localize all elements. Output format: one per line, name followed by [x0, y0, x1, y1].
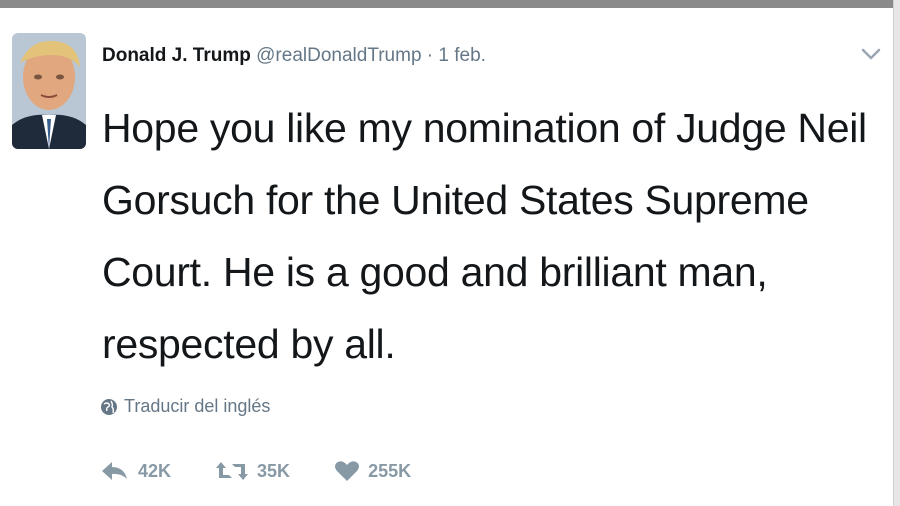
like-count: 255K	[368, 460, 412, 481]
scrollbar-track[interactable]	[893, 0, 900, 506]
translate-label: Traducir del inglés	[124, 396, 271, 416]
translate-link[interactable]: Traducir del inglés	[100, 396, 270, 417]
reply-button[interactable]: 42K	[100, 460, 171, 482]
reply-icon	[102, 462, 127, 480]
window-top-border	[0, 0, 900, 8]
chevron-down-icon[interactable]	[858, 44, 884, 64]
tweet-date[interactable]: 1 feb.	[438, 45, 486, 66]
meta-separator: ·	[421, 45, 439, 66]
like-button[interactable]: 255K	[334, 460, 411, 482]
tweet-text: Hope you like my nomination of Judge Nei…	[102, 105, 867, 367]
retweet-icon	[216, 462, 249, 480]
reply-count: 42K	[138, 460, 172, 481]
author-handle[interactable]: @realDonaldTrump	[256, 45, 421, 66]
heart-icon	[335, 461, 360, 481]
author-name[interactable]: Donald J. Trump	[102, 45, 251, 66]
tweet-card: Donald J. Trump @realDonaldTrump · 1 feb…	[0, 8, 893, 506]
tweet-header: Donald J. Trump @realDonaldTrump · 1 feb…	[102, 44, 486, 68]
retweet-count: 35K	[257, 460, 291, 481]
avatar[interactable]	[12, 33, 86, 149]
globe-icon	[101, 398, 117, 415]
avatar-portrait-icon	[12, 33, 86, 149]
retweet-button[interactable]: 35K	[215, 460, 290, 482]
tweet-actions: 42K 35K 255K	[100, 460, 411, 482]
